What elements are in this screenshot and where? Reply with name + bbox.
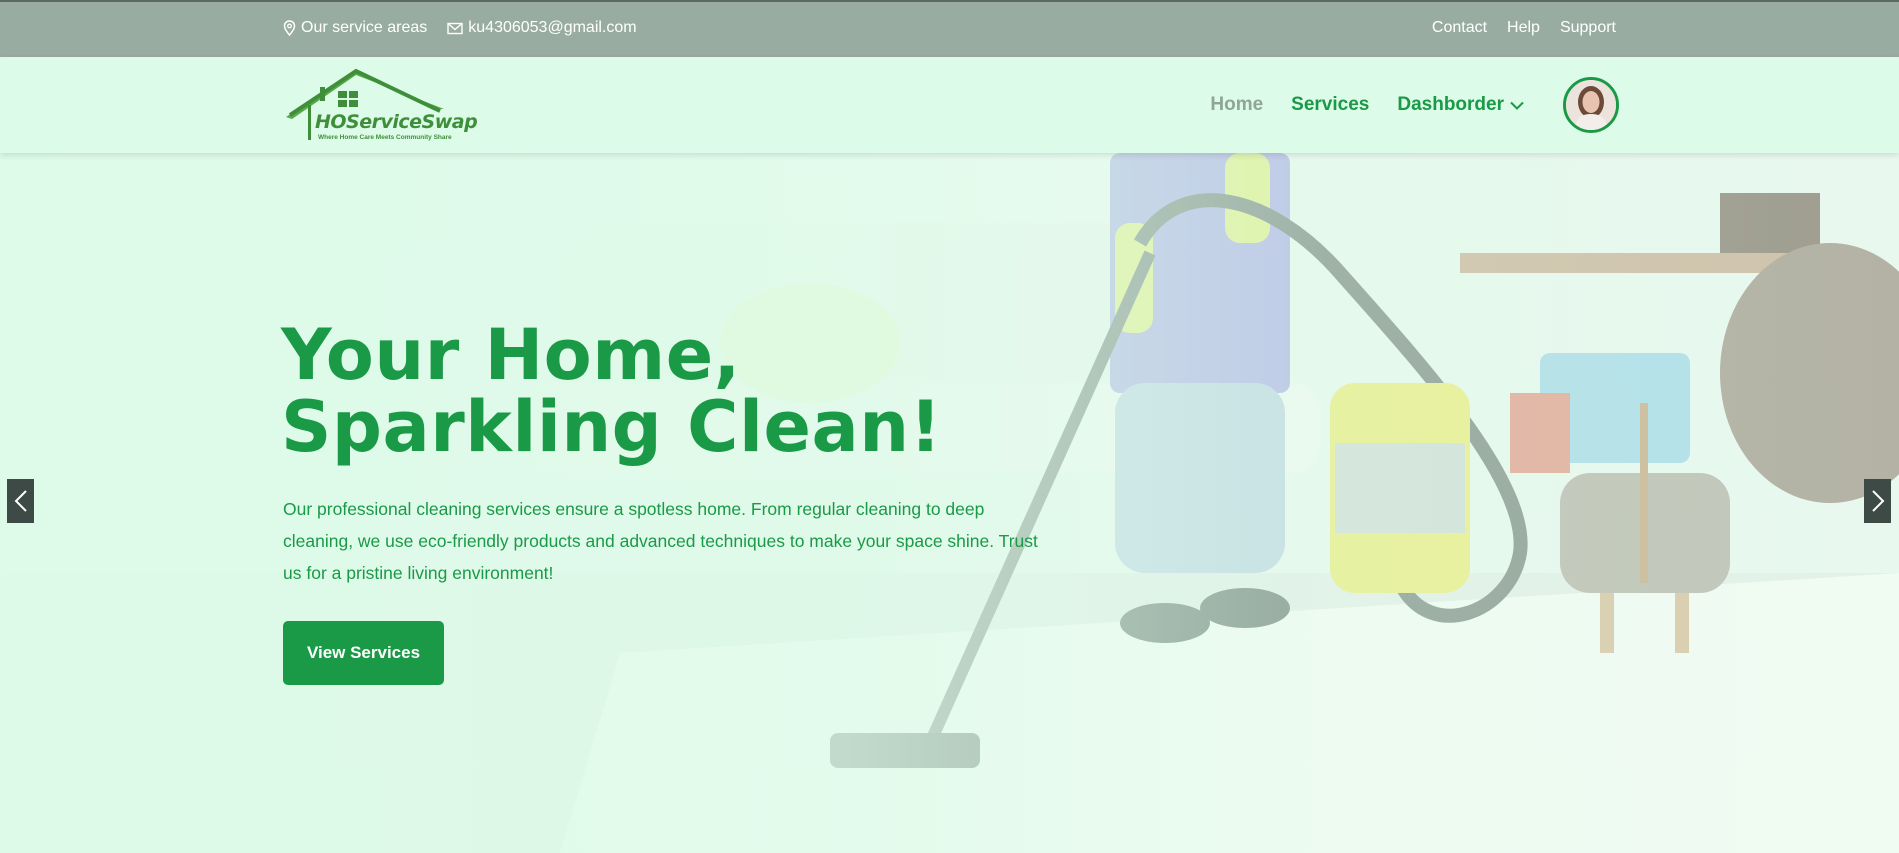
hero-description: Our professional cleaning services ensur… [283, 499, 1038, 583]
view-services-button[interactable]: View Services [283, 621, 444, 685]
service-areas-label: Our service areas [301, 19, 428, 36]
main-nav: Home Services Dashborder [1182, 94, 1524, 116]
email-link[interactable]: ku4306053@gmail.com [447, 19, 637, 37]
nav-dashboard-dropdown[interactable]: Dashborder [1397, 94, 1524, 116]
site-logo[interactable]: HOServiceSwap Where Home Care Meets Comm… [284, 65, 494, 147]
main-header: HOServiceSwap Where Home Care Meets Comm… [0, 57, 1899, 153]
hero-title-line-1: Your Home, [281, 314, 741, 396]
support-link[interactable]: Support [1560, 19, 1616, 37]
slider-prev-button[interactable] [7, 479, 34, 523]
slider-next-button[interactable] [1864, 479, 1891, 523]
hero-slider: Your Home, Sparkling Clean! Our professi… [0, 153, 1899, 853]
nav-services[interactable]: Services [1291, 94, 1369, 116]
chevron-left-icon [14, 490, 27, 512]
location-pin-icon [283, 20, 296, 36]
nav-dashboard-label: Dashborder [1397, 94, 1504, 115]
envelope-icon [447, 22, 463, 34]
nav-home[interactable]: Home [1210, 94, 1263, 116]
user-photo [1566, 80, 1616, 130]
logo-brand-text: HOServiceSwap [315, 111, 478, 133]
top-bar-links: Contact Help Support [1412, 19, 1616, 37]
chevron-right-icon [1871, 490, 1884, 512]
hero-title-line-2: Sparkling Clean! [281, 386, 942, 468]
top-bar: Our service areas ku4306053@gmail.com Co… [0, 0, 1899, 57]
contact-link[interactable]: Contact [1432, 19, 1487, 37]
logo-tagline: Where Home Care Meets Community Share [318, 134, 452, 141]
top-bar-contact-info: Our service areas ku4306053@gmail.com [283, 19, 657, 37]
help-link[interactable]: Help [1507, 19, 1540, 37]
chevron-down-icon [1510, 101, 1524, 110]
user-avatar[interactable] [1563, 77, 1619, 133]
hero-title: Your Home, Sparkling Clean! [281, 319, 942, 463]
service-areas-link[interactable]: Our service areas [283, 19, 427, 37]
email-label: ku4306053@gmail.com [468, 19, 637, 36]
